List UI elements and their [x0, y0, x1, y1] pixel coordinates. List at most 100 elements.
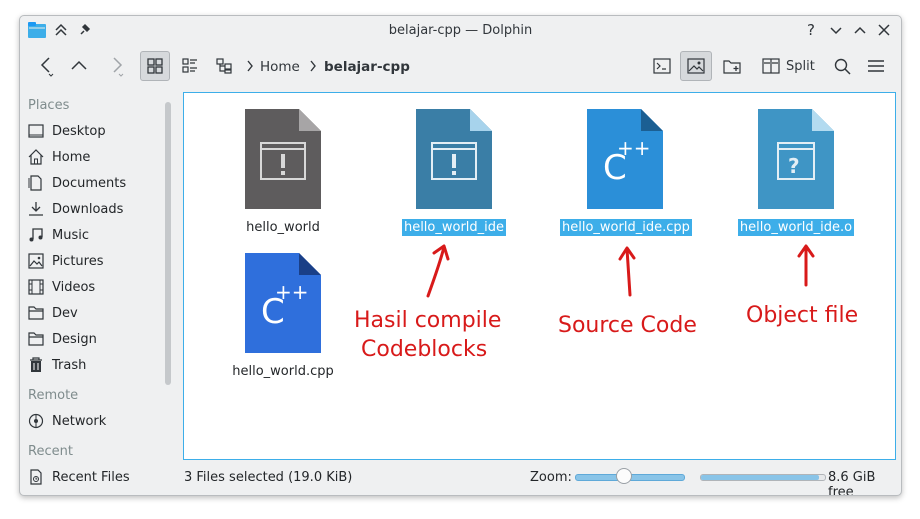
- hamburger-menu-icon: [868, 60, 884, 72]
- terminal-icon: [653, 58, 671, 74]
- split-button[interactable]: Split: [762, 51, 820, 81]
- minimize-icon[interactable]: [830, 25, 842, 40]
- zoom-slider-handle[interactable]: [615, 468, 632, 484]
- free-space-text: 8.6 GiB free: [828, 470, 876, 496]
- sidebar-item-videos[interactable]: Videos: [28, 276, 95, 298]
- annotation-arrow-ide: [426, 244, 450, 298]
- terminal-button[interactable]: [648, 51, 676, 81]
- window-title: belajar-cpp — Dolphin: [388, 23, 533, 38]
- executable-icon: [416, 109, 492, 209]
- dolphin-window: belajar-cpp — Dolphin ? Home belajar-cpp…: [19, 15, 902, 496]
- sidebar-item-design[interactable]: Design: [28, 328, 97, 350]
- svg-text:++: ++: [275, 280, 309, 304]
- sidebar-item-downloads[interactable]: Downloads: [28, 198, 123, 220]
- sidebar-item-label: Design: [52, 331, 97, 347]
- sidebar-item-dev[interactable]: Dev: [28, 302, 78, 324]
- title-bar: belajar-cpp — Dolphin ?: [20, 16, 901, 46]
- videos-icon: [28, 279, 44, 295]
- executable-icon: [245, 109, 321, 209]
- breadcrumb-chevron-icon: [309, 60, 317, 76]
- remote-heading: Remote: [28, 388, 79, 403]
- documents-icon: [28, 175, 42, 191]
- up-arrow-icon: [71, 60, 87, 70]
- file-item-hello-world-ide[interactable]: hello_world_ide: [389, 107, 519, 236]
- maximize-icon[interactable]: [854, 24, 866, 39]
- svg-text:?: ?: [807, 21, 815, 39]
- sidebar-item-label: Downloads: [52, 201, 124, 217]
- sidebar-item-label: Network: [52, 413, 107, 429]
- annotation-ide-line1: Hasil compile: [354, 308, 502, 333]
- back-arrow-icon: [40, 57, 54, 77]
- sidebar-item-label: Pictures: [52, 253, 104, 269]
- forward-arrow-icon: [113, 57, 124, 77]
- file-item-hello-world-ide-cpp[interactable]: C ++ hello_world_ide.cpp: [560, 107, 692, 236]
- sidebar-item-music[interactable]: Music: [28, 224, 89, 246]
- sidebar-item-documents[interactable]: Documents: [28, 172, 126, 194]
- file-item-hello-world-cpp[interactable]: C ++ hello_world.cpp: [218, 251, 348, 380]
- grid-view-icon: [147, 58, 163, 74]
- new-folder-icon: [723, 60, 741, 74]
- sidebar-item-label: Dev: [52, 305, 78, 321]
- svg-text:++: ++: [617, 136, 651, 160]
- details-view-button[interactable]: [210, 51, 238, 81]
- cpp-source-icon: C ++: [245, 253, 321, 353]
- sidebar-item-label: Videos: [52, 279, 96, 295]
- compact-view-button[interactable]: [176, 51, 204, 81]
- trash-icon: [30, 357, 42, 372]
- up-button[interactable]: [66, 51, 92, 81]
- menu-button[interactable]: [862, 51, 890, 81]
- sidebar-item-trash[interactable]: Trash: [28, 354, 86, 376]
- split-view-icon: [762, 58, 780, 74]
- object-file-icon: ?: [758, 109, 834, 209]
- network-icon: [28, 413, 44, 429]
- folder-icon: [28, 306, 44, 320]
- free-space-fill: [701, 475, 819, 480]
- file-view[interactable]: hello_world hello_world_ide C ++ hello_w…: [183, 92, 896, 460]
- sidebar-item-label: Trash: [52, 357, 87, 373]
- status-bar: 3 Files selected (19.0 KiB) Zoom: 8.6 Gi…: [20, 464, 901, 496]
- places-scrollbar[interactable]: [165, 102, 171, 385]
- breadcrumb-home[interactable]: Home: [260, 59, 300, 75]
- back-button[interactable]: [34, 51, 60, 81]
- file-name: hello_world_ide.cpp: [560, 219, 692, 236]
- file-item-hello-world[interactable]: hello_world: [218, 107, 348, 236]
- help-icon[interactable]: ?: [805, 21, 819, 43]
- downloads-icon: [29, 202, 43, 216]
- music-icon: [29, 228, 43, 242]
- annotation-cpp: Source Code: [558, 313, 697, 338]
- file-name: hello_world.cpp: [232, 364, 334, 379]
- sidebar-item-label: Home: [52, 149, 91, 165]
- compact-view-icon: [182, 58, 197, 73]
- annotation-arrow-cpp: [618, 246, 636, 297]
- sidebar-item-desktop[interactable]: Desktop: [28, 120, 106, 142]
- annotation-arrow-obj: [797, 244, 815, 287]
- search-icon: [834, 58, 851, 75]
- sidebar-item-home[interactable]: Home: [28, 146, 90, 168]
- sidebar-item-network[interactable]: Network: [28, 410, 106, 432]
- svg-text:?: ?: [788, 154, 800, 178]
- file-name: hello_world_ide.o: [737, 219, 855, 236]
- image-preview-icon: [687, 58, 705, 74]
- home-icon: [28, 149, 44, 165]
- file-item-hello-world-ide-o[interactable]: ? hello_world_ide.o: [731, 107, 861, 236]
- forward-button[interactable]: [104, 51, 130, 81]
- sidebar-item-label: Documents: [52, 175, 127, 191]
- annotation-ide-line2: Codeblocks: [361, 337, 488, 362]
- sidebar-item-label: Music: [52, 227, 89, 243]
- annotation-obj: Object file: [746, 303, 859, 328]
- free-space-bar: [700, 474, 826, 481]
- folder-icon: [28, 332, 44, 346]
- sidebar-item-label: Desktop: [52, 123, 106, 139]
- preview-button[interactable]: [680, 51, 712, 81]
- breadcrumb-chevron-icon: [246, 60, 254, 76]
- sidebar-item-pictures[interactable]: Pictures: [28, 250, 103, 272]
- new-folder-button[interactable]: [718, 51, 746, 81]
- desktop-icon: [28, 124, 44, 138]
- search-button[interactable]: [828, 51, 856, 81]
- breadcrumb-current[interactable]: belajar-cpp: [324, 59, 410, 75]
- recent-heading: Recent: [28, 444, 73, 459]
- tree-view-icon: [216, 58, 232, 74]
- zoom-label: Zoom:: [530, 470, 572, 485]
- icons-view-button[interactable]: [140, 51, 170, 81]
- close-icon[interactable]: [878, 24, 890, 40]
